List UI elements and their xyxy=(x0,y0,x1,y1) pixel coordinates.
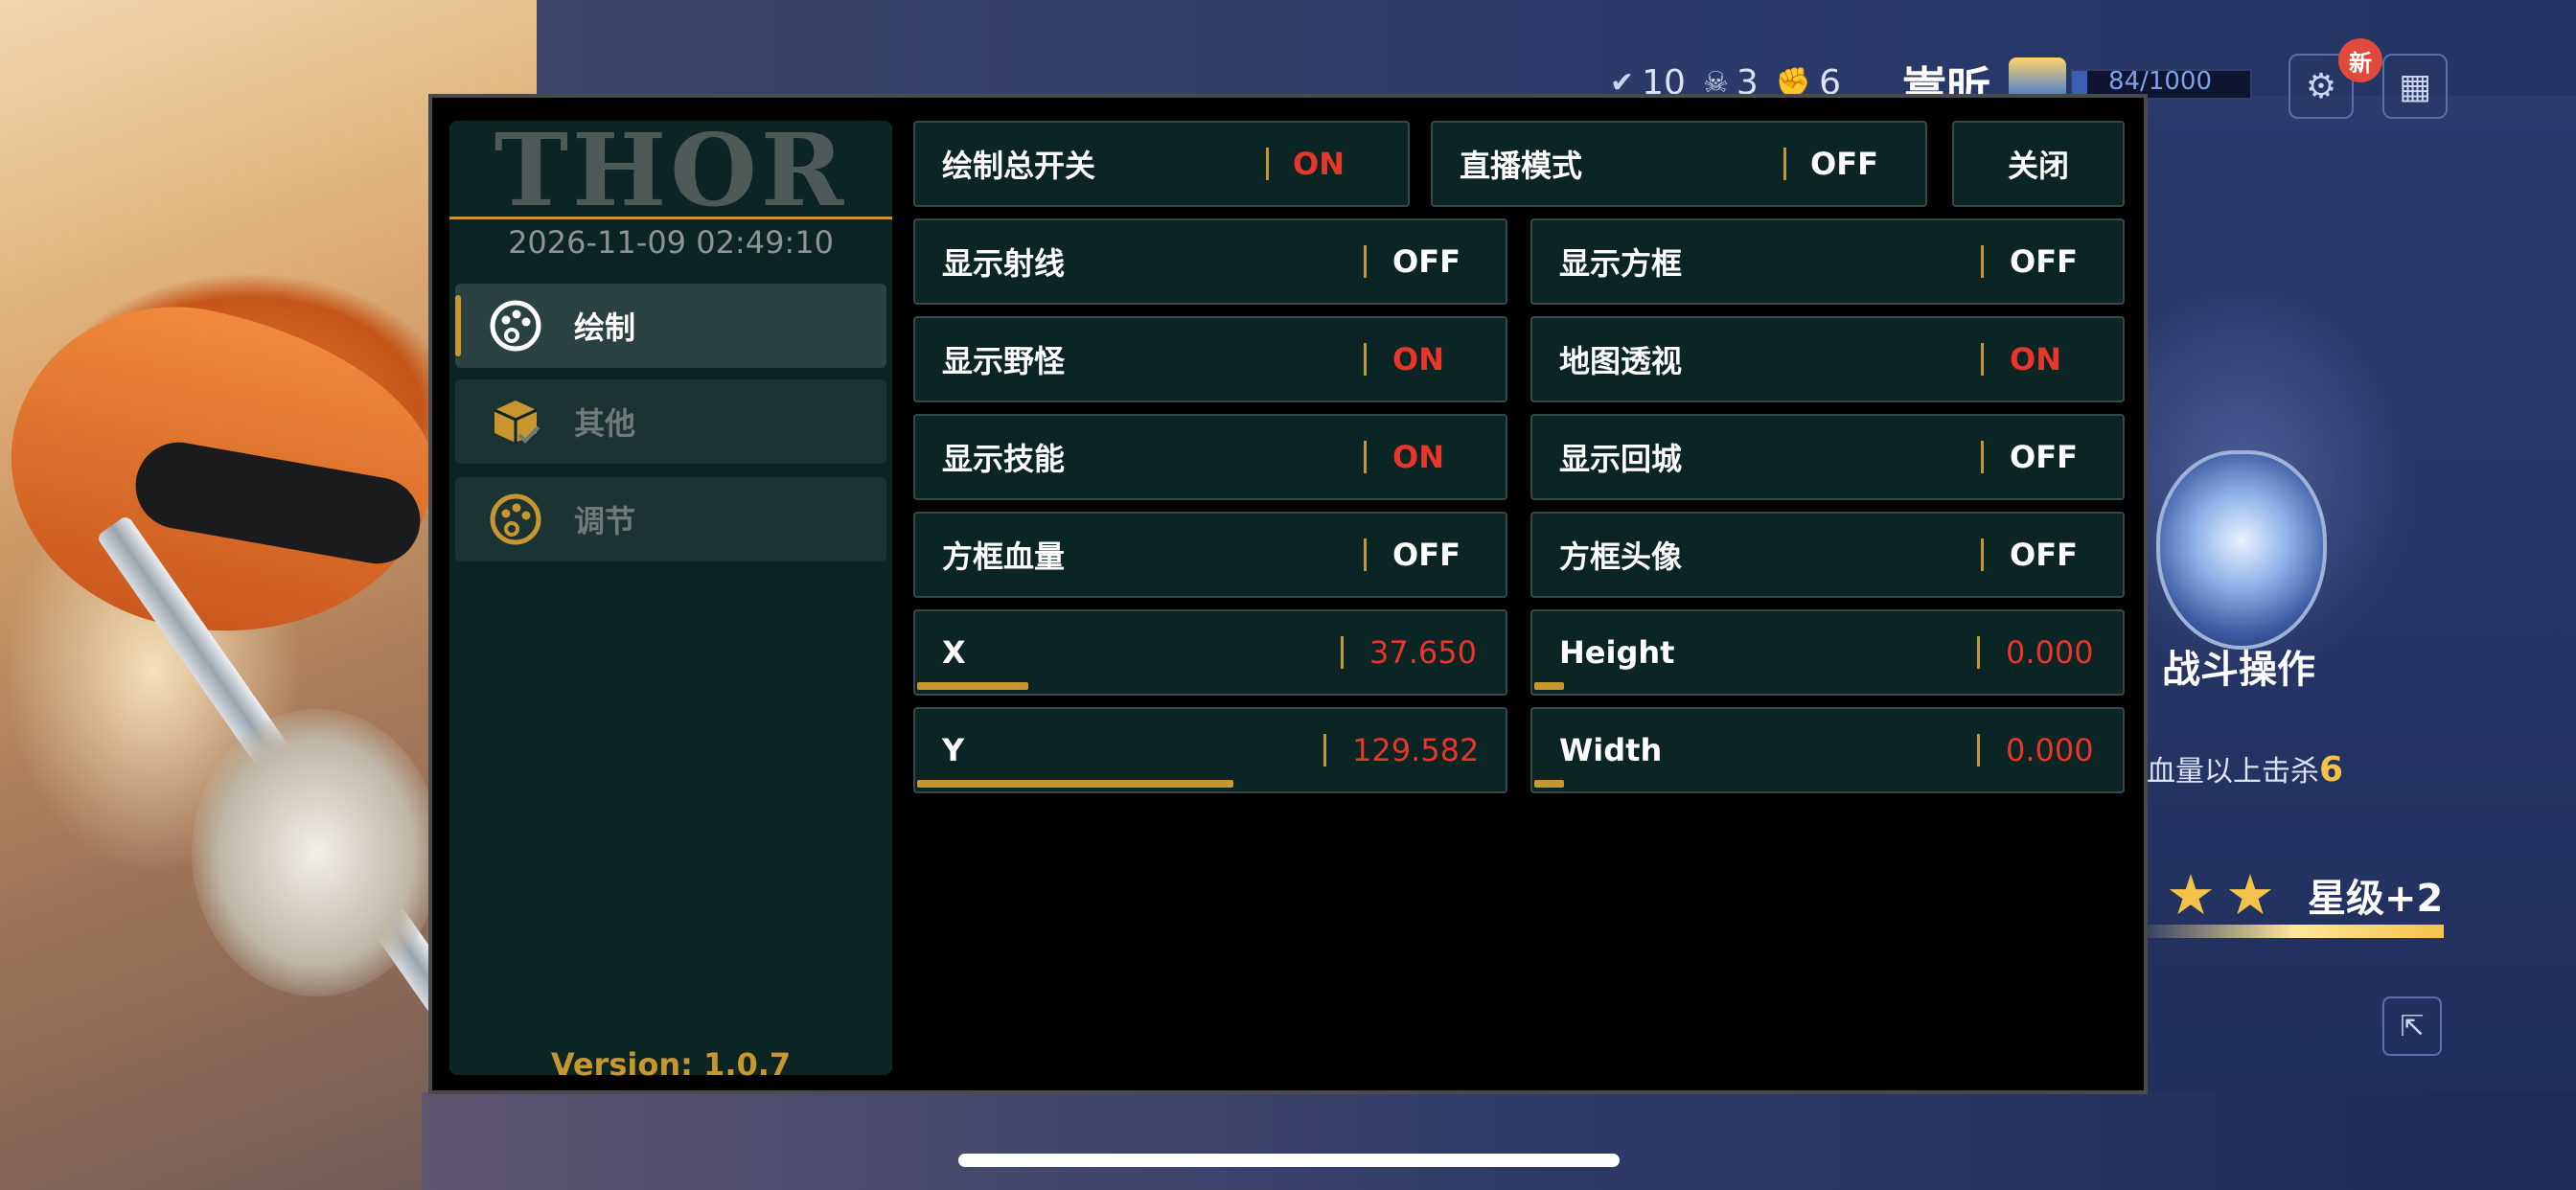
slider-separator xyxy=(1323,734,1326,767)
toggle-show-skills[interactable]: 显示技能 ON xyxy=(913,414,1507,500)
logo-box: THOR 2026-11-09 02:49:10 xyxy=(449,121,892,264)
toggle-stream-mode[interactable]: 直播模式 OFF xyxy=(1431,121,1927,207)
new-badge: 新 xyxy=(2338,38,2382,82)
slider-fill xyxy=(1534,682,1564,690)
gear-icon: ⚙ xyxy=(2305,66,2337,106)
slider-fill xyxy=(917,780,1233,788)
toggle-value: ON xyxy=(1392,341,1444,378)
battle-emblem xyxy=(2156,450,2327,650)
toggle-separator xyxy=(1364,245,1367,278)
close-label: 关闭 xyxy=(2007,148,2069,184)
star-icon: ★ xyxy=(2166,862,2216,927)
toggle-box-health[interactable]: 方框血量 OFF xyxy=(913,512,1507,598)
xp-text: 84/1000 xyxy=(2108,67,2213,96)
star-rating: ★ ★ 星级+2 xyxy=(2166,862,2443,927)
emblem-title: 战斗操作 xyxy=(2162,648,2315,692)
star-icon: ★ xyxy=(2225,862,2275,927)
toggle-label: 显示野怪 xyxy=(942,343,1066,379)
palette-icon xyxy=(484,488,547,551)
toggle-separator xyxy=(1266,148,1269,180)
close-button[interactable]: 关闭 xyxy=(1952,121,2125,207)
toggle-separator xyxy=(1364,441,1367,473)
version-label: Version: 1.0.7 xyxy=(550,1046,792,1083)
slider-width[interactable]: Width 0.000 xyxy=(1530,707,2125,793)
toggle-value: OFF xyxy=(2010,243,2078,280)
toggle-separator xyxy=(1981,538,1984,571)
slider-label: Height xyxy=(1559,634,1675,671)
game-background-top xyxy=(537,0,2576,96)
logo: THOR xyxy=(494,111,848,229)
toggle-label: 显示技能 xyxy=(942,441,1066,477)
toggle-label: 方框血量 xyxy=(942,538,1066,575)
box-check-icon xyxy=(484,390,547,453)
star-label: 星级+2 xyxy=(2308,877,2444,921)
toggle-show-ray[interactable]: 显示射线 OFF xyxy=(913,218,1507,305)
nav-item-other[interactable]: 其他 xyxy=(455,379,886,464)
nav-item-adjust[interactable]: 调节 xyxy=(455,477,886,561)
toggle-label: 显示射线 xyxy=(942,245,1066,282)
kill-requirement: 血量以上击杀6 xyxy=(2147,750,2344,790)
datetime: 2026-11-09 02:49:10 xyxy=(508,224,834,261)
toggle-label: 显示方框 xyxy=(1559,245,1683,282)
share-button[interactable]: ⇱ xyxy=(2382,996,2442,1056)
slider-label: Y xyxy=(942,732,965,768)
toggle-value: OFF xyxy=(1392,537,1460,573)
game-background-bottom xyxy=(422,1092,2576,1190)
slider-height[interactable]: Height 0.000 xyxy=(1530,609,2125,696)
toggle-separator xyxy=(1981,245,1984,278)
toggle-value: OFF xyxy=(1392,243,1460,280)
slider-value: 0.000 xyxy=(2006,634,2094,671)
toggle-separator xyxy=(1783,148,1786,180)
slider-separator xyxy=(1977,636,1980,669)
slider-fill xyxy=(917,682,1028,690)
slider-value: 129.582 xyxy=(1352,732,1480,768)
home-indicator[interactable] xyxy=(958,1154,1620,1167)
star-bar xyxy=(2147,925,2444,938)
menu-sidebar: THOR 2026-11-09 02:49:10 绘制 其他 调节 Versio… xyxy=(449,121,892,1083)
toggle-box-avatar[interactable]: 方框头像 OFF xyxy=(1530,512,2125,598)
toggle-value: ON xyxy=(1293,146,1345,182)
share-icon: ⇱ xyxy=(2400,1009,2425,1043)
slider-value: 37.650 xyxy=(1369,634,1477,671)
logo-divider xyxy=(449,217,892,219)
slider-separator xyxy=(1977,734,1980,767)
slider-x[interactable]: X 37.650 xyxy=(913,609,1507,696)
toggle-map-reveal[interactable]: 地图透视 ON xyxy=(1530,316,2125,402)
toggle-value: OFF xyxy=(2010,439,2078,475)
slider-fill xyxy=(1534,780,1564,788)
slider-label: X xyxy=(942,634,966,671)
nav-active-indicator xyxy=(455,295,461,356)
toggle-separator xyxy=(1981,441,1984,473)
slider-y[interactable]: Y 129.582 xyxy=(913,707,1507,793)
kill-count: 6 xyxy=(2319,750,2344,790)
toggle-show-recall[interactable]: 显示回城 OFF xyxy=(1530,414,2125,500)
nav-item-draw[interactable]: 绘制 xyxy=(455,284,886,368)
palette-icon xyxy=(484,294,547,357)
nav-label: 绘制 xyxy=(574,309,636,346)
cheat-menu-panel: THOR 2026-11-09 02:49:10 绘制 其他 调节 Versio… xyxy=(428,94,2148,1094)
nav-label: 调节 xyxy=(574,503,636,539)
toggle-value: OFF xyxy=(1810,146,1878,182)
toggle-label: 直播模式 xyxy=(1460,148,1583,184)
menu-grid-button[interactable]: ▦ xyxy=(2382,54,2448,119)
toggle-separator xyxy=(1981,343,1984,376)
grid-icon: ▦ xyxy=(2398,66,2431,106)
hero-shield xyxy=(192,709,441,996)
toggle-label: 地图透视 xyxy=(1559,343,1683,379)
slider-separator xyxy=(1341,636,1344,669)
toggle-show-box[interactable]: 显示方框 OFF xyxy=(1530,218,2125,305)
toggle-show-monsters[interactable]: 显示野怪 ON xyxy=(913,316,1507,402)
toggle-label: 方框头像 xyxy=(1559,538,1683,575)
slider-value: 0.000 xyxy=(2006,732,2094,768)
toggle-master-draw[interactable]: 绘制总开关 ON xyxy=(913,121,1410,207)
nav-label: 其他 xyxy=(574,405,636,442)
slider-label: Width xyxy=(1559,732,1663,768)
toggle-value: ON xyxy=(2010,341,2061,378)
toggle-separator xyxy=(1364,538,1367,571)
toggle-separator xyxy=(1364,343,1367,376)
toggle-value: ON xyxy=(1392,439,1444,475)
toggle-value: OFF xyxy=(2010,537,2078,573)
toggle-label: 显示回城 xyxy=(1559,441,1683,477)
toggle-label: 绘制总开关 xyxy=(942,148,1096,184)
